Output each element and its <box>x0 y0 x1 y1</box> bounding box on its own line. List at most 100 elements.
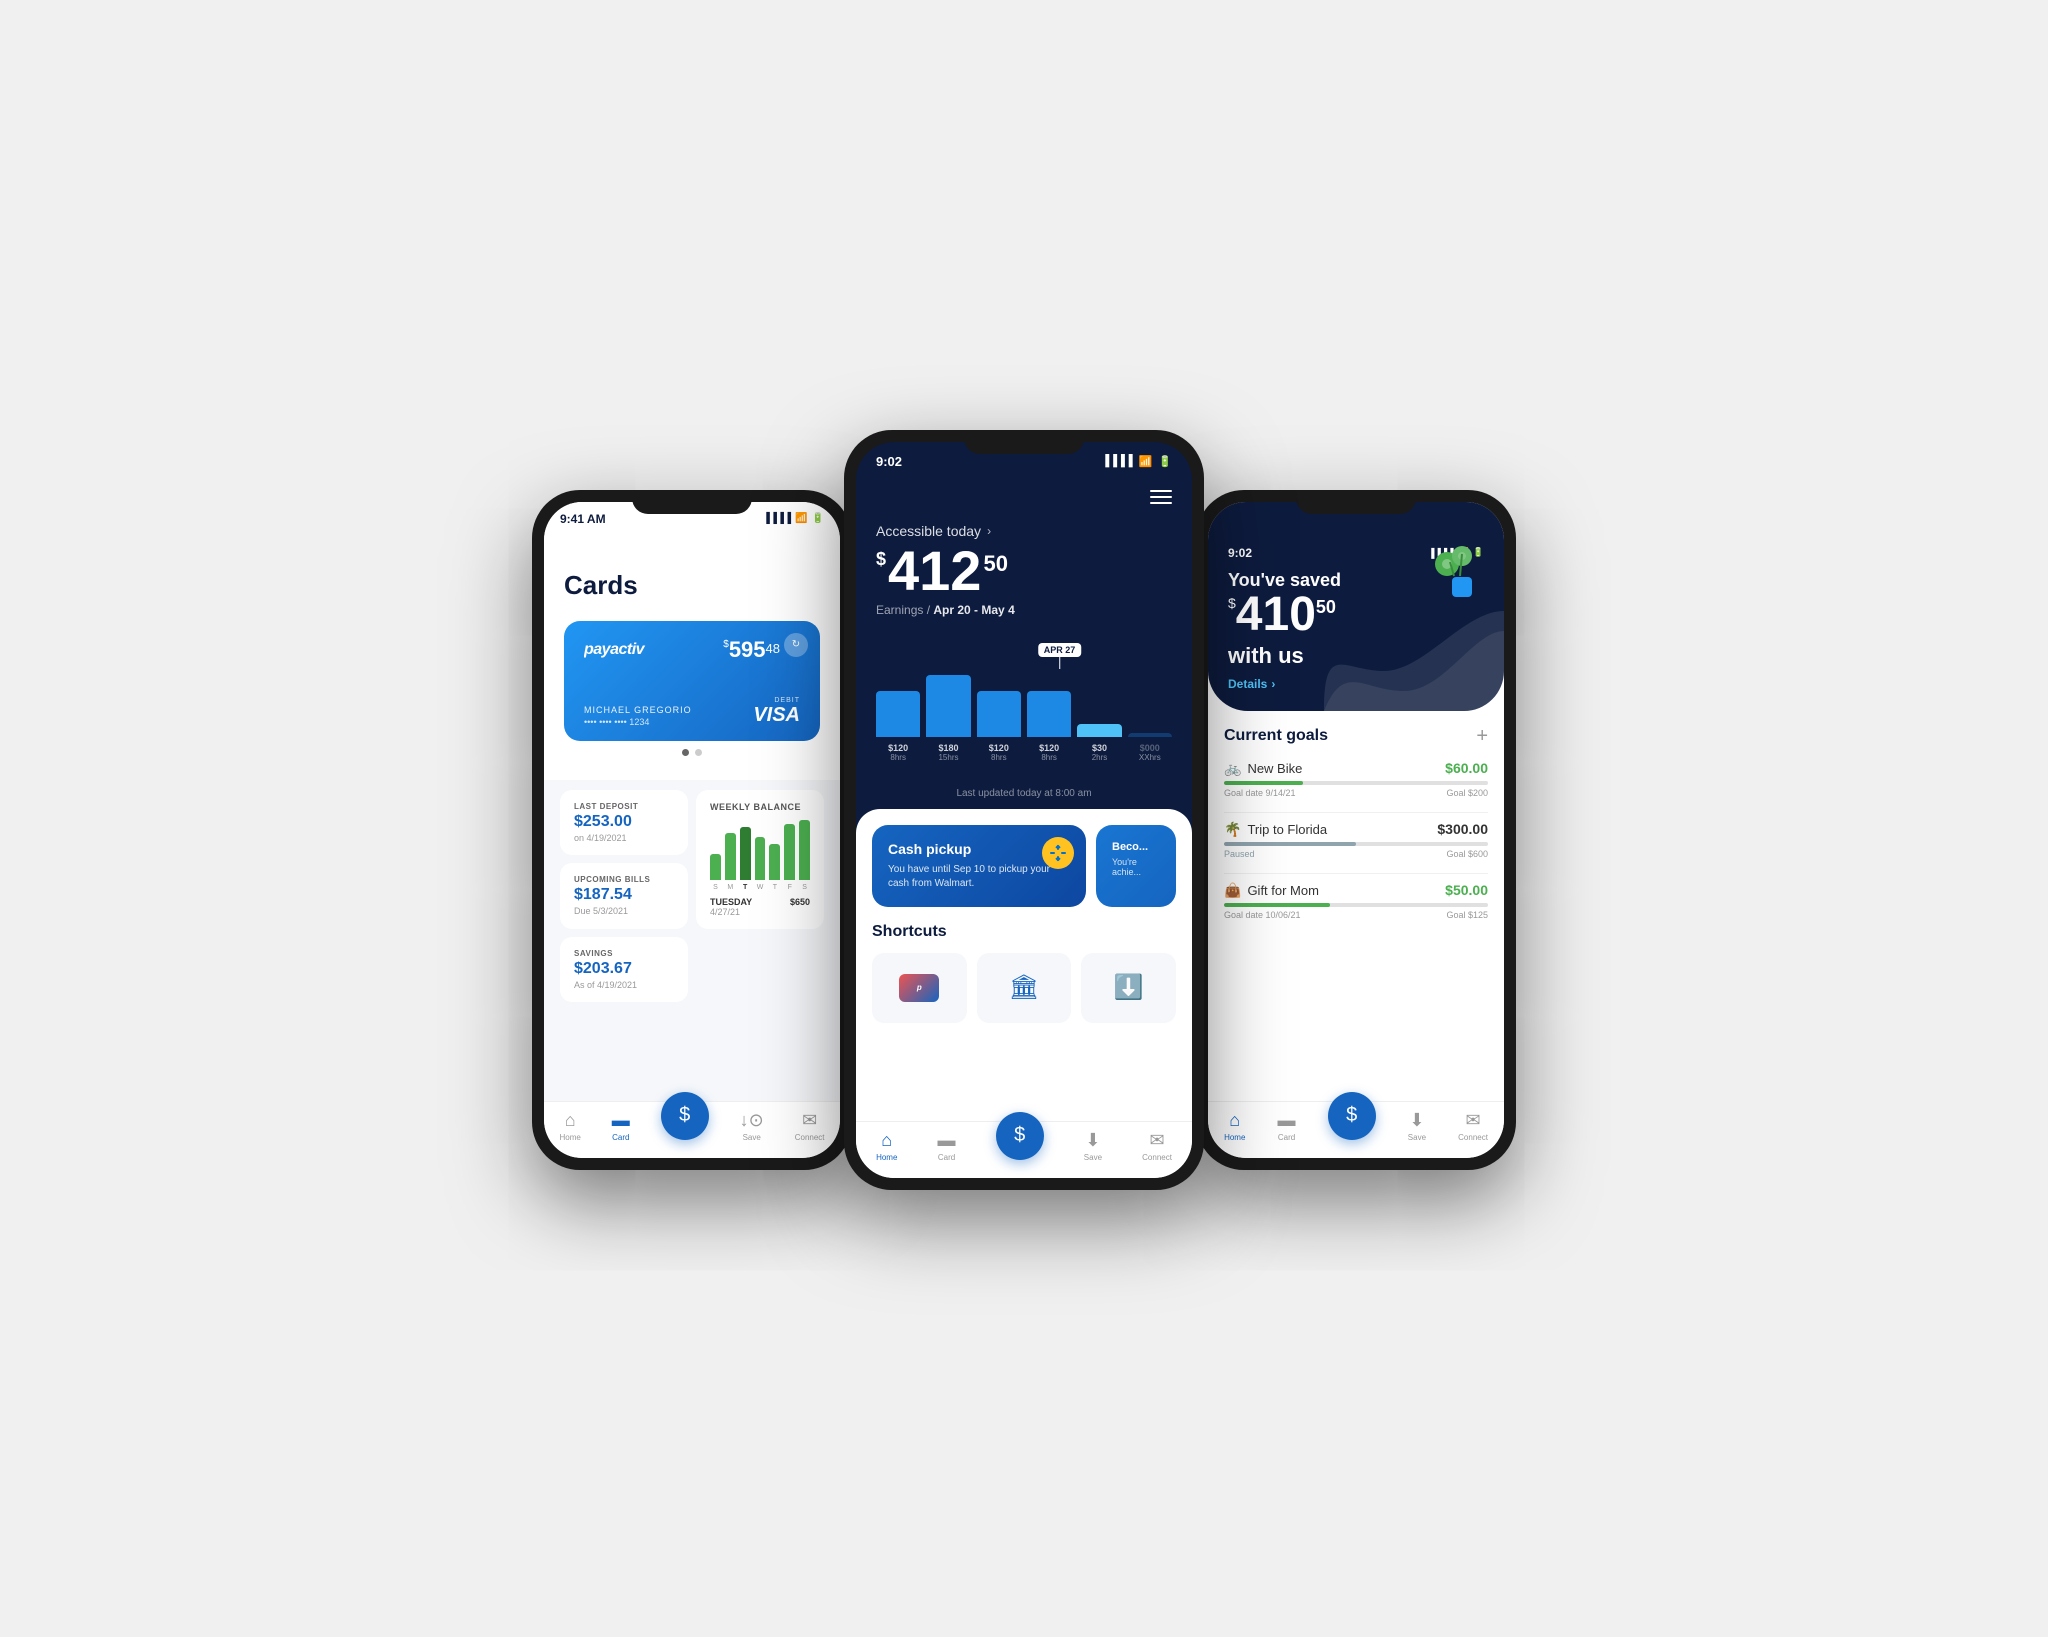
nav-connect[interactable]: ✉ Connect <box>795 1110 825 1142</box>
right-nav-card[interactable]: ▬ Card <box>1278 1110 1296 1142</box>
right-nav-fab[interactable]: $ <box>1328 1092 1376 1140</box>
center-nav-connect[interactable]: ✉ Connect <box>1142 1130 1172 1162</box>
signal-icon: ▐▐▐▐ <box>763 513 791 524</box>
savings-card: SAVINGS $203.67 As of 4/19/2021 <box>560 937 688 1002</box>
goal-bike-fill <box>1224 781 1303 785</box>
last-deposit-date: on 4/19/2021 <box>574 833 674 843</box>
cbl-6: $000 XXhrs <box>1128 743 1172 762</box>
home-icon: ⌂ <box>565 1110 576 1131</box>
nav-fab-dollar[interactable]: $ <box>661 1092 709 1140</box>
hamburger-menu[interactable] <box>1150 490 1172 504</box>
cash-pickup-card[interactable]: Cash pickup You have until Sep 10 to pic… <box>872 825 1086 907</box>
savings-value: $203.67 <box>574 960 674 978</box>
wave-decoration <box>1324 611 1504 711</box>
payactiv-card[interactable]: payactiv $59548 ↻ MICHAEL GREGORIO •••• … <box>564 621 820 741</box>
goal-mom-name: 👜 Gift for Mom <box>1224 882 1319 899</box>
earnings-label: Earnings / Apr 20 - May 4 <box>876 603 1172 617</box>
goal-florida: 🌴 Trip to Florida $300.00 Paused Goal $6… <box>1224 821 1488 859</box>
details-label: Details <box>1228 677 1267 691</box>
goal-florida-target: Goal $600 <box>1446 849 1488 859</box>
card-dots <box>564 741 820 764</box>
chart-labels: S M T W T F S <box>710 884 810 891</box>
right-nav-connect[interactable]: ✉ Connect <box>1458 1110 1488 1142</box>
center-nav-home[interactable]: ⌂ Home <box>876 1130 897 1162</box>
weekly-balance-title: WEEKLY BALANCE <box>710 802 810 812</box>
weekly-date: 4/27/21 <box>710 907 752 917</box>
left-header: Cards <box>544 530 840 611</box>
goal-bike-meta: Goal date 9/14/21 Goal $200 <box>1224 788 1488 798</box>
right-notch <box>1296 490 1416 514</box>
center-card-icon: ▬ <box>938 1130 956 1151</box>
goal-florida-track <box>1224 842 1488 846</box>
center-signal-icon: ▐▐▐▐ <box>1101 455 1132 467</box>
center-bar-6 <box>1128 733 1172 737</box>
beco-card[interactable]: Beco... You're achie... <box>1096 825 1176 907</box>
cbl-5: $30 2hrs <box>1077 743 1121 762</box>
svg-text:payactiv: payactiv <box>584 641 646 658</box>
nav-home[interactable]: ⌂ Home <box>559 1110 580 1142</box>
right-status-time: 9:02 <box>1228 546 1252 560</box>
nav-save[interactable]: ↓⊙ Save <box>740 1110 764 1142</box>
center-status-time: 9:02 <box>876 454 902 469</box>
center-save-icon: ⬇ <box>1085 1130 1100 1151</box>
chart-tooltip: APR 27 <box>1038 643 1082 669</box>
upcoming-bills-value: $187.54 <box>574 886 674 904</box>
accessible-section: Accessible today › $ 412 50 Earnings / A… <box>856 473 1192 637</box>
center-bar-labels: $120 8hrs $180 15hrs $120 8hrs $120 <box>876 743 1172 762</box>
label-fri: F <box>784 884 795 891</box>
label-sun: S <box>710 884 721 891</box>
shortcut-transfer[interactable]: ⬇️ <box>1081 953 1176 1023</box>
weekly-day: TUESDAY <box>710 897 752 907</box>
goals-header: Current goals + <box>1224 725 1488 748</box>
goal-florida-name: 🌴 Trip to Florida <box>1224 821 1327 838</box>
accessible-label: Accessible today › <box>876 523 1172 539</box>
cards-title: Cards <box>564 570 820 601</box>
saved-dollar: $ <box>1228 595 1236 611</box>
shortcut-bank[interactable]: 🏛 <box>977 953 1072 1023</box>
shortcut-payactiv[interactable]: p <box>872 953 967 1023</box>
shortcuts-title: Shortcuts <box>872 923 1176 941</box>
label-mon: M <box>725 884 736 891</box>
dot-2[interactable] <box>695 749 702 756</box>
last-deposit-label: LAST DEPOSIT <box>574 802 674 811</box>
center-home-icon: ⌂ <box>881 1130 892 1151</box>
left-phone-notch <box>632 490 752 514</box>
amount-dollar: $ <box>876 549 886 570</box>
left-phone-screen: 9:41 AM ▐▐▐▐ 📶 🔋 Cards <box>544 502 840 1158</box>
goal-mom: 👜 Gift for Mom $50.00 Goal date 10/06/21… <box>1224 882 1488 920</box>
right-home-icon: ⌂ <box>1229 1110 1240 1131</box>
bar-fri <box>784 824 795 880</box>
right-top-section: 9:02 ▐▐▐▐ 📶 🔋 <box>1208 502 1504 711</box>
add-goal-button[interactable]: + <box>1476 725 1488 748</box>
dot-1[interactable] <box>682 749 689 756</box>
center-battery-icon: 🔋 <box>1158 455 1172 468</box>
details-arrow: › <box>1271 677 1275 691</box>
savings-date: As of 4/19/2021 <box>574 980 674 990</box>
right-phone: 9:02 ▐▐▐▐ 📶 🔋 <box>1196 490 1516 1170</box>
nav-card[interactable]: ▬ Card <box>612 1110 630 1142</box>
center-nav-card[interactable]: ▬ Card <box>938 1130 956 1162</box>
goal-mom-amount: $50.00 <box>1445 882 1488 898</box>
saved-main: 410 <box>1236 591 1316 639</box>
center-nav-fab[interactable]: $ <box>996 1112 1044 1160</box>
card-refresh-icon[interactable]: ↻ <box>784 633 808 657</box>
amount-cents: 50 <box>983 551 1007 577</box>
amount-display: $ 412 50 <box>876 543 1172 599</box>
right-nav-home[interactable]: ⌂ Home <box>1224 1110 1245 1142</box>
card-carousel[interactable]: payactiv $59548 ↻ MICHAEL GREGORIO •••• … <box>544 611 840 780</box>
cbl-2: $180 15hrs <box>926 743 970 762</box>
accessible-arrow[interactable]: › <box>987 524 991 538</box>
goal-bike-name: 🚲 New Bike <box>1224 760 1302 777</box>
accessible-text: Accessible today <box>876 523 981 539</box>
center-nav-save[interactable]: ⬇ Save <box>1084 1130 1102 1162</box>
bank-icon: 🏛 <box>1009 973 1039 1002</box>
left-status-time: 9:41 AM <box>560 512 606 526</box>
right-nav-save[interactable]: ⬇ Save <box>1408 1110 1426 1142</box>
last-deposit-card: LAST DEPOSIT $253.00 on 4/19/2021 <box>560 790 688 856</box>
center-wifi-icon: 📶 <box>1139 455 1153 468</box>
shortcuts-section: Shortcuts p 🏛 ⬇️ <box>872 923 1176 1023</box>
card-holder-name: MICHAEL GREGORIO <box>584 705 692 715</box>
shortcuts-row: p 🏛 ⬇️ <box>872 953 1176 1023</box>
goal-mom-date: Goal date 10/06/21 <box>1224 910 1301 920</box>
weekly-balance-card: WEEKLY BALANCE S M <box>696 790 824 929</box>
